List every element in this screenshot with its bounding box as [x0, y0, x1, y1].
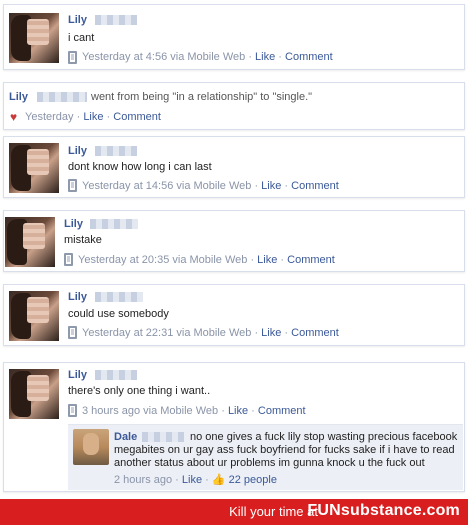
- like-link[interactable]: Like: [255, 51, 275, 63]
- timestamp: Yesterday: [25, 111, 74, 123]
- comment-link[interactable]: Comment: [113, 111, 161, 123]
- comment-meta: 2 hours ago · Like · 👍 22 people: [114, 474, 277, 486]
- timestamp: 3 hours ago via Mobile Web: [82, 405, 219, 417]
- timestamp: Yesterday at 14:56 via Mobile Web: [82, 180, 252, 192]
- timestamp: Yesterday at 4:56 via Mobile Web: [82, 51, 246, 63]
- status-meta: Yesterday at 14:56 via Mobile Web · Like…: [82, 180, 339, 192]
- watermark-banner: Kill your time at FUNsubstance.com: [0, 499, 468, 525]
- like-link[interactable]: Like: [261, 180, 281, 192]
- redacted-surname: [95, 15, 137, 25]
- mobile-phone-icon: [68, 179, 77, 192]
- likes-count[interactable]: 22 people: [229, 474, 277, 486]
- status-text: there's only one thing i want..: [68, 385, 211, 397]
- status-meta: 3 hours ago via Mobile Web · Like · Comm…: [82, 405, 306, 417]
- mobile-phone-icon: [68, 404, 77, 417]
- status-text: dont know how long i can last: [68, 161, 212, 173]
- commenter-avatar[interactable]: [73, 429, 109, 465]
- comment-link[interactable]: Comment: [285, 51, 333, 63]
- redacted-surname: [95, 292, 143, 302]
- status-card-3: Lily mistake Yesterday at 20:35 via Mobi…: [3, 210, 465, 272]
- poster-name[interactable]: Lily: [9, 91, 28, 103]
- like-link[interactable]: Like: [83, 111, 103, 123]
- redacted-surname: [95, 370, 137, 380]
- banner-brand[interactable]: FUNsubstance.com: [307, 502, 460, 520]
- like-link[interactable]: Like: [257, 254, 277, 266]
- comment-link[interactable]: Comment: [287, 254, 335, 266]
- avatar[interactable]: [5, 217, 55, 267]
- like-link[interactable]: Like: [261, 327, 281, 339]
- status-meta: Yesterday at 4:56 via Mobile Web · Like …: [82, 51, 333, 63]
- status-meta: Yesterday · Like · Comment: [25, 111, 161, 123]
- comment-link[interactable]: Comment: [291, 180, 339, 192]
- comment-box: Dale no one gives a fuck lily stop wasti…: [68, 424, 463, 490]
- mobile-phone-icon: [68, 51, 77, 64]
- comment-link[interactable]: Comment: [258, 405, 306, 417]
- broken-heart-icon: ♥: [10, 110, 18, 124]
- status-card-2: Lily dont know how long i can last Yeste…: [3, 136, 465, 198]
- redacted-surname: [95, 146, 137, 156]
- status-card-4: Lily could use somebody Yesterday at 22:…: [3, 284, 465, 346]
- comment-link[interactable]: Comment: [291, 327, 339, 339]
- poster-name[interactable]: Lily: [64, 218, 83, 230]
- poster-name[interactable]: Lily: [68, 145, 87, 157]
- avatar[interactable]: [9, 291, 59, 341]
- poster-name[interactable]: Lily: [68, 291, 87, 303]
- poster-name[interactable]: Lily: [68, 14, 87, 26]
- comment-timestamp: 2 hours ago: [114, 474, 173, 486]
- redacted-surname: [37, 92, 87, 102]
- avatar[interactable]: [9, 369, 59, 419]
- avatar[interactable]: [9, 13, 59, 63]
- poster-name[interactable]: Lily: [68, 369, 87, 381]
- comment-text: no one gives a fuck lily stop wasting pr…: [114, 431, 458, 469]
- like-link[interactable]: Like: [182, 474, 202, 486]
- mobile-phone-icon: [64, 253, 73, 266]
- status-card-1: Lily i cant Yesterday at 4:56 via Mobile…: [3, 4, 465, 70]
- status-text: mistake: [64, 234, 102, 246]
- status-meta: Yesterday at 22:31 via Mobile Web · Like…: [82, 327, 339, 339]
- status-text: i cant: [68, 32, 95, 44]
- thumbs-up-icon: 👍: [211, 474, 226, 486]
- relationship-card: Lily went from being "in a relationship"…: [3, 82, 465, 130]
- relationship-text: went from being "in a relationship" to "…: [91, 91, 313, 103]
- redacted-surname: [90, 219, 138, 229]
- status-meta: Yesterday at 20:35 via Mobile Web · Like…: [78, 254, 335, 266]
- avatar[interactable]: [9, 143, 59, 193]
- mobile-phone-icon: [68, 326, 77, 339]
- relationship-line: Lily: [9, 91, 28, 103]
- banner-tagline: Kill your time at: [229, 504, 318, 519]
- like-link[interactable]: Like: [228, 405, 248, 417]
- status-text: could use somebody: [68, 308, 169, 320]
- timestamp: Yesterday at 20:35 via Mobile Web: [78, 254, 248, 266]
- timestamp: Yesterday at 22:31 via Mobile Web: [82, 327, 252, 339]
